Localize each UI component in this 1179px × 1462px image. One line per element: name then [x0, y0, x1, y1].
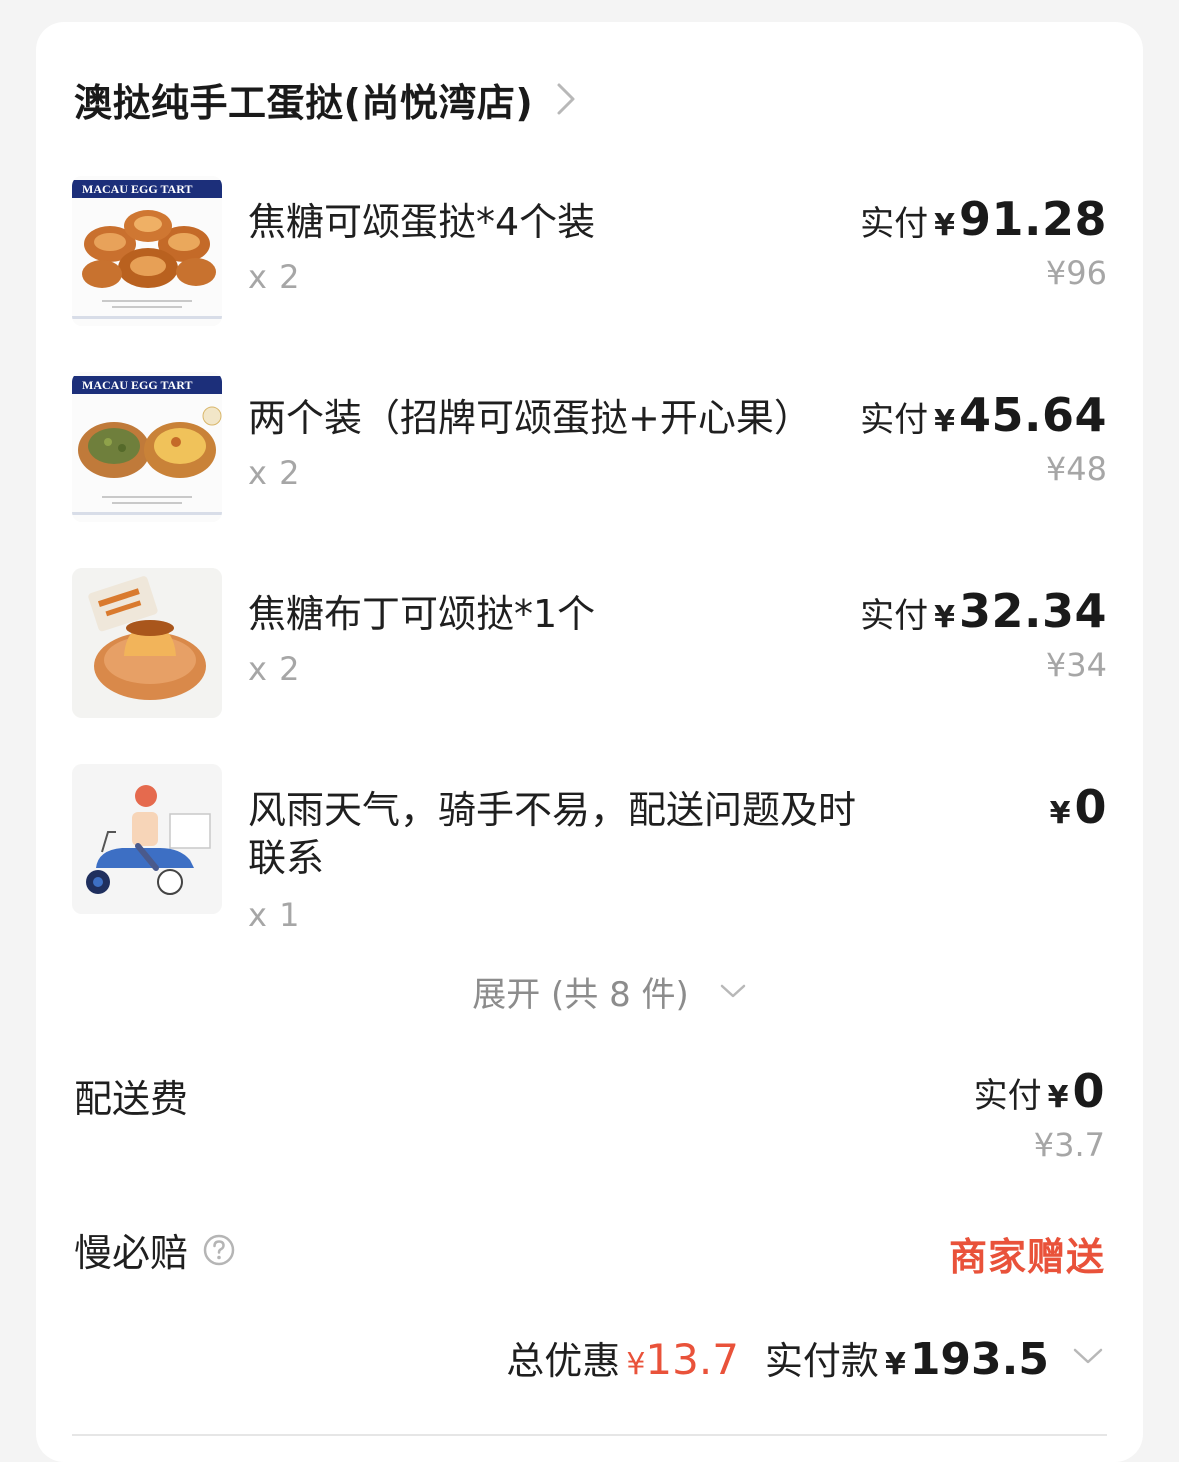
paid-label: 实付 [860, 400, 929, 440]
late-guarantee-label: 慢必赔 [74, 1231, 189, 1275]
discount-currency: ¥ [626, 1347, 646, 1382]
paid-amount: 32.34 [958, 584, 1107, 638]
product-image[interactable]: MACAU EGG TART [72, 372, 222, 522]
order-item[interactable]: 焦糖布丁可颂挞*1个 x 2 实付 ¥ 32.34 ¥34 [72, 568, 1107, 728]
paid-label: 实付 [860, 596, 929, 636]
item-name[interactable]: 两个装（招牌可颂蛋挞+开心果） [248, 394, 848, 442]
order-card: 澳挞纯手工蛋挞(尚悦湾店) MACAU EGG TART 焦糖可颂蛋挞*4个装 … [36, 22, 1143, 1462]
item-quantity: x 2 [248, 258, 301, 296]
delivery-fee-price: 实付 ¥ 0 ¥3.7 [974, 1064, 1105, 1164]
expand-items-button[interactable]: 展开 (共 8 件) [36, 967, 1143, 1016]
order-item[interactable]: MACAU EGG TART 焦糖可颂蛋挞*4个装 x 2 实付 ¥ 91.28… [72, 176, 1107, 336]
currency-symbol: ¥ [1049, 796, 1071, 831]
paid-amount: 0 [1072, 1064, 1105, 1118]
order-item[interactable]: 风雨天气，骑手不易，配送问题及时联系 x 1 ¥ 0 [72, 764, 1107, 934]
original-price: ¥3.7 [1033, 1126, 1105, 1164]
order-item[interactable]: MACAU EGG TART 两个装（招牌可颂蛋挞+开心果） x 2 实付 ¥ … [72, 372, 1107, 532]
store-name[interactable]: 澳挞纯手工蛋挞(尚悦湾店) [74, 72, 533, 127]
store-header[interactable]: 澳挞纯手工蛋挞(尚悦湾店) [74, 72, 579, 127]
chevron-down-icon[interactable] [719, 982, 747, 1000]
product-image-brand: MACAU EGG TART [82, 182, 192, 196]
item-name[interactable]: 焦糖可颂蛋挞*4个装 [248, 198, 848, 246]
late-guarantee-value: 商家赠送 [948, 1235, 1105, 1279]
price-box: 实付 ¥ 91.28 ¥96 [860, 192, 1107, 292]
product-image-brand: MACAU EGG TART [82, 378, 192, 392]
price-box: 实付 ¥ 45.64 ¥48 [860, 388, 1107, 488]
delivery-fee-label: 配送费 [74, 1077, 189, 1121]
item-name[interactable]: 焦糖布丁可颂挞*1个 [248, 590, 848, 638]
original-price: ¥34 [1045, 646, 1107, 684]
currency-symbol: ¥ [934, 404, 955, 439]
question-mark-icon[interactable] [202, 1233, 236, 1267]
product-image[interactable] [72, 764, 222, 914]
total-amount: 193.5 [909, 1334, 1049, 1385]
item-quantity: x 2 [248, 454, 301, 492]
discount-label: 总优惠 [506, 1339, 621, 1383]
late-guarantee-value-box: 商家赠送 [949, 1226, 1105, 1281]
item-name[interactable]: 风雨天气，骑手不易，配送问题及时联系 [248, 786, 858, 882]
currency-symbol: ¥ [934, 208, 955, 243]
total-label: 实付款 [764, 1339, 879, 1383]
paid-amount: 91.28 [958, 192, 1107, 246]
paid-amount: 45.64 [958, 388, 1107, 442]
currency-symbol: ¥ [1047, 1080, 1069, 1115]
discount-amount: 13.7 [645, 1335, 739, 1384]
late-guarantee-row: 慢必赔 [74, 1222, 236, 1277]
original-price: ¥96 [1045, 254, 1107, 292]
original-price: ¥48 [1045, 450, 1107, 488]
chevron-right-icon[interactable] [553, 81, 579, 117]
product-image[interactable] [72, 568, 222, 718]
order-summary[interactable]: 总优惠 ¥ 13.7 实付款 ¥ 193.5 [506, 1330, 1105, 1385]
currency-symbol: ¥ [934, 600, 955, 635]
paid-label: 实付 [973, 1076, 1042, 1116]
paid-label: 实付 [860, 204, 929, 244]
total-currency: ¥ [884, 1347, 906, 1382]
divider [72, 1434, 1107, 1436]
paid-amount: 0 [1074, 780, 1107, 834]
expand-label[interactable]: 展开 (共 8 件) [472, 967, 689, 1016]
chevron-down-icon[interactable] [1071, 1346, 1105, 1370]
price-box: ¥ 0 [1050, 780, 1107, 834]
item-quantity: x 1 [248, 896, 301, 934]
item-quantity: x 2 [248, 650, 301, 688]
price-box: 实付 ¥ 32.34 ¥34 [860, 584, 1107, 684]
product-image[interactable]: MACAU EGG TART [72, 176, 222, 326]
